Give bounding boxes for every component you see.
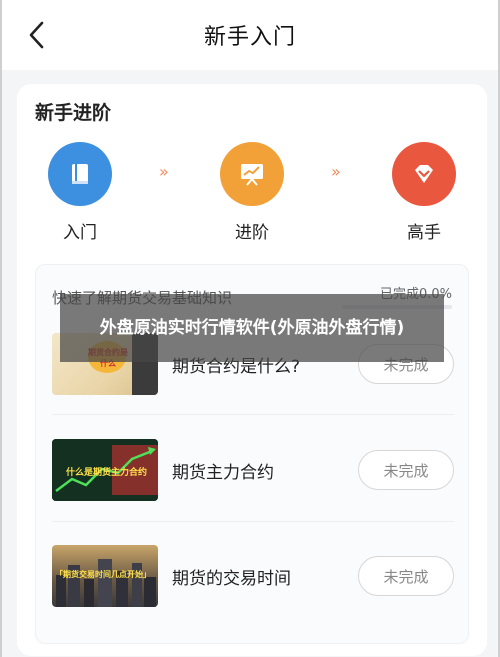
course-thumbnail: 「期货交易时间几点开始」 <box>52 545 158 607</box>
course-thumbnail: 什么是期货主力合约 <box>52 439 158 501</box>
level-beginner[interactable]: 入门 <box>45 142 115 243</box>
divider <box>52 521 454 522</box>
page-title: 新手入门 <box>203 25 296 50</box>
top-bar: 新手入门 <box>2 0 498 70</box>
status-button[interactable]: 未完成 <box>358 450 454 490</box>
level-label: 进阶 <box>235 223 269 243</box>
level-circle <box>392 142 456 206</box>
course-name: 期货的交易时间 <box>172 568 291 589</box>
course-item[interactable]: 什么是期货主力合约 期货主力合约 未完成 <box>52 435 454 505</box>
level-label: 高手 <box>407 223 441 243</box>
thumbnail-caption: 什么是期货主力合约 <box>66 468 148 478</box>
section-title: 新手进阶 <box>35 102 112 124</box>
separator-icon: » <box>331 162 341 181</box>
chart-board-icon <box>241 164 263 186</box>
level-expert[interactable]: 高手 <box>389 142 459 243</box>
progress-card: 新手进阶 入门 » 进阶 » 高手 什么 期货合约是什么? 未完成 什么是期货主… <box>17 84 487 656</box>
course-name: 期货主力合约 <box>172 462 274 483</box>
chevron-left-icon <box>29 21 44 49</box>
level-circle <box>48 142 112 206</box>
back-button[interactable] <box>22 20 52 50</box>
course-item[interactable]: 「期货交易时间几点开始」 期货的交易时间 未完成 <box>52 541 454 611</box>
level-advanced[interactable]: 进阶 <box>217 142 287 243</box>
diamond-icon <box>415 165 433 183</box>
phone-screen: 新手入门 新手进阶 入门 » 进阶 » 高手 什么 期货合约是什么? 未完成 什… <box>0 0 500 657</box>
divider <box>52 414 454 415</box>
level-label: 入门 <box>63 223 97 243</box>
status-button[interactable]: 未完成 <box>358 556 454 596</box>
thumbnail-caption: 「期货交易时间几点开始」 <box>55 570 151 579</box>
book-icon <box>72 164 88 184</box>
separator-icon: » <box>159 162 169 181</box>
title-overlay: 外盘原油实时行情软件(外原油外盘行情) <box>60 294 444 362</box>
overlay-text: 外盘原油实时行情软件(外原油外盘行情) <box>99 318 405 338</box>
level-circle <box>220 142 284 206</box>
